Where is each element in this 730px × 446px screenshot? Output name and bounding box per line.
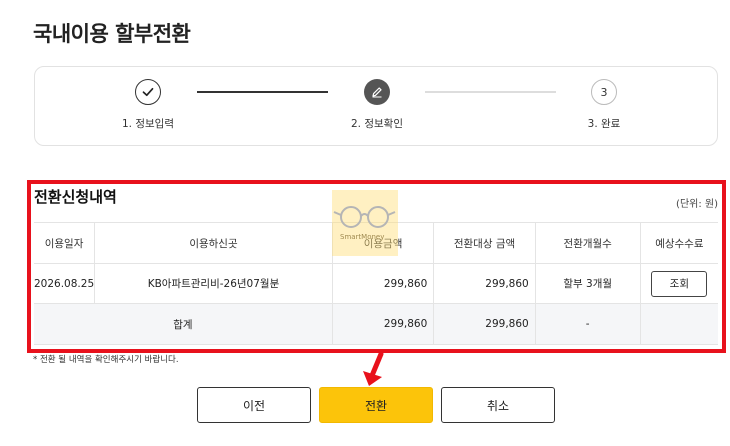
total-amount: 299,860: [331, 303, 435, 345]
total-row: 합계 299,860 299,860 -: [34, 303, 718, 345]
row-amount: 299,860: [331, 263, 435, 304]
step-connector-pending: [425, 91, 556, 93]
header-fee: 예상수수료: [639, 222, 718, 264]
step-connector-done: [197, 91, 328, 93]
prev-button[interactable]: 이전: [197, 387, 311, 423]
total-label: 합계: [34, 303, 333, 345]
header-merchant: 이용하신곳: [94, 222, 333, 264]
unit-note: (단위: 원): [676, 199, 718, 210]
pencil-icon: [364, 79, 390, 105]
watermark-text: SmartMoney: [340, 233, 385, 241]
step-2-label: 2. 정보확인: [351, 118, 403, 130]
total-fee: [639, 303, 718, 345]
step-3: 3 3. 완료: [544, 79, 664, 131]
header-date: 이용일자: [34, 222, 96, 264]
row-months: 할부 3개월: [534, 263, 641, 304]
section-title: 전환신청내역: [34, 188, 117, 206]
header-months: 전환개월수: [534, 222, 641, 264]
total-months: -: [534, 303, 641, 345]
step-1: 1. 정보입력: [88, 79, 208, 131]
row-merchant: KB아파트관리비-26년07월분: [94, 263, 333, 304]
row-target-amount: 299,860: [433, 263, 536, 304]
glasses-icon: [333, 206, 396, 228]
step-3-label: 3. 완료: [587, 118, 621, 130]
fee-lookup-button[interactable]: 조회: [651, 270, 708, 297]
row-fee-cell: 조회: [639, 263, 718, 304]
check-icon: [135, 79, 161, 105]
convert-button[interactable]: 전환: [319, 387, 433, 423]
step-2: 2. 정보확인: [317, 79, 437, 131]
step-indicator: 1. 정보입력 2. 정보확인 3 3. 완료: [34, 66, 718, 146]
row-date: 2026.08.25: [34, 263, 96, 304]
cancel-button[interactable]: 취소: [441, 387, 555, 423]
red-arrow-icon: [363, 351, 384, 386]
table-row: 2026.08.25 KB아파트관리비-26년07월분 299,860 299,…: [34, 263, 718, 304]
step-1-label: 1. 정보입력: [122, 118, 174, 130]
page-title: 국내이용 할부전환: [33, 22, 191, 46]
step-3-number: 3: [591, 79, 617, 105]
watermark-logo: SmartMoney: [332, 190, 398, 256]
footnote: * 전환 될 내역을 확인해주시기 바랍니다.: [33, 355, 179, 365]
header-target-amount: 전환대상 금액: [433, 222, 536, 264]
total-target-amount: 299,860: [433, 303, 536, 345]
